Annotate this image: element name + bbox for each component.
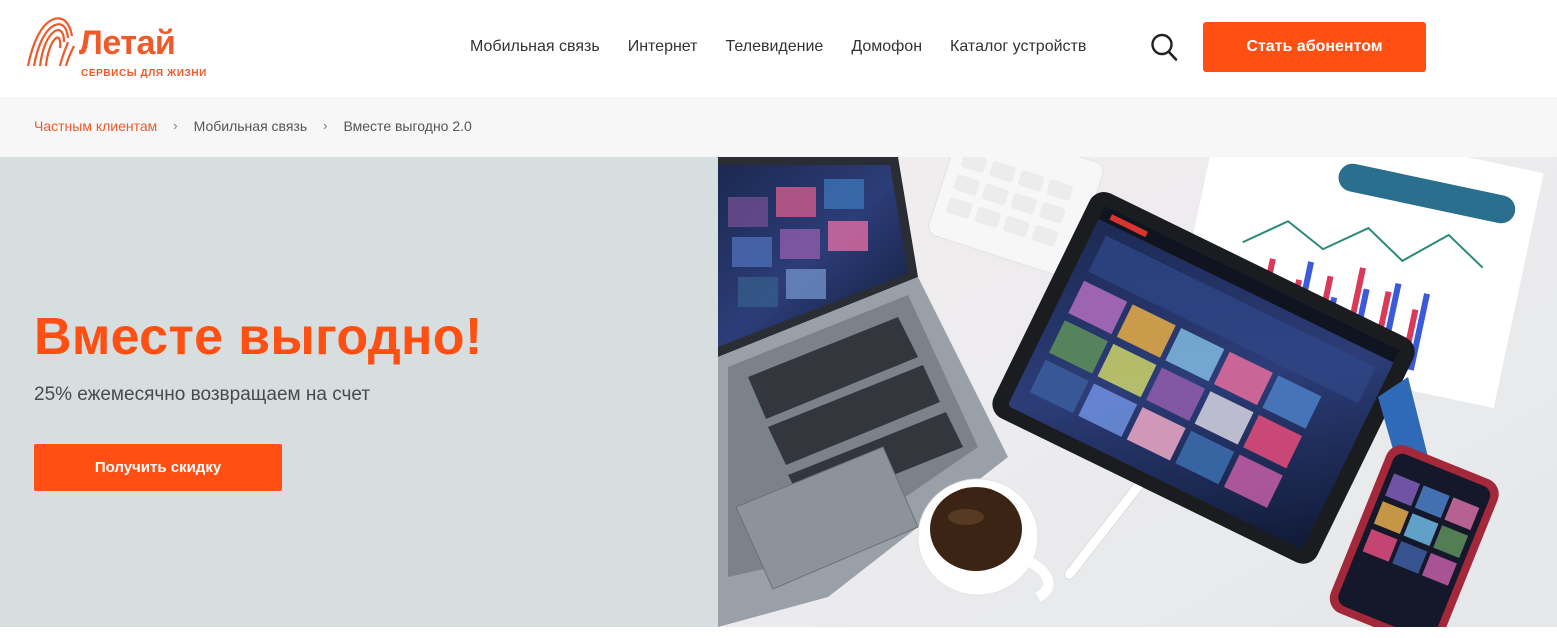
brand-name: Летай	[79, 24, 176, 62]
nav-item-mobile[interactable]: Мобильная связь	[470, 36, 600, 58]
nav-item-intercom[interactable]: Домофон	[851, 36, 922, 58]
breadcrumb-private-clients[interactable]: Частным клиентам	[34, 117, 157, 135]
logo-mark-icon	[26, 17, 75, 67]
main-nav: Мобильная связь Интернет Телевидение Дом…	[470, 36, 1114, 58]
hero-image	[718, 157, 1557, 627]
nav-item-catalog[interactable]: Каталог устройств	[950, 36, 1086, 58]
chevron-right-icon: ›	[173, 118, 178, 133]
site-header: Летай сервисы для жизни Мобильная связь …	[0, 0, 1557, 97]
breadcrumb-mobile[interactable]: Мобильная связь	[194, 117, 307, 135]
hero-subtitle: 25% ежемесячно возвращаем на счет	[34, 384, 371, 405]
breadcrumb: Частным клиентам › Мобильная связь › Вме…	[0, 97, 1557, 157]
devices-illustration	[718, 157, 1557, 627]
search-icon[interactable]	[1150, 32, 1178, 62]
become-subscriber-button[interactable]: Стать абонентом	[1203, 22, 1426, 72]
nav-item-tv[interactable]: Телевидение	[726, 36, 824, 58]
logo[interactable]: Летай сервисы для жизни	[24, 16, 214, 82]
hero-title: Вместе выгодно!	[34, 308, 483, 366]
chevron-right-icon: ›	[323, 118, 328, 133]
brand-tagline: сервисы для жизни	[81, 68, 207, 79]
hero-banner: Вместе выгодно! 25% ежемесячно возвращае…	[0, 157, 1557, 627]
breadcrumb-current: Вместе выгодно 2.0	[343, 118, 472, 134]
nav-item-internet[interactable]: Интернет	[628, 36, 698, 58]
get-discount-button[interactable]: Получить скидку	[34, 444, 282, 491]
